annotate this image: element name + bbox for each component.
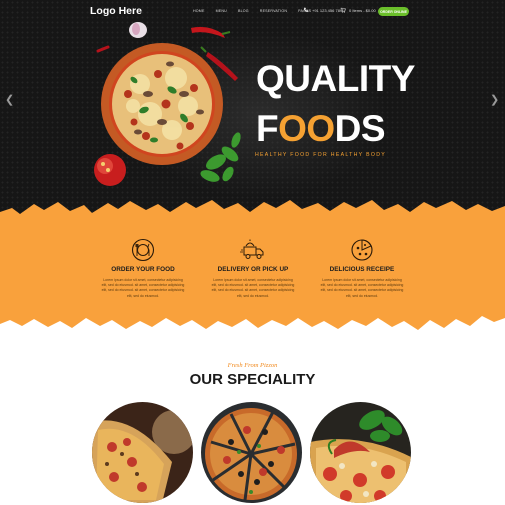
- plate-cutlery-icon: [131, 238, 155, 262]
- phone-icon: [303, 7, 309, 12]
- nav-item-blog[interactable]: BLOG: [238, 9, 249, 13]
- phone-number: +91 123 456 789: [312, 7, 343, 13]
- feature-desc-line: elit, sed do eiusmod.: [126, 293, 160, 298]
- hero-title-part-ds: DS: [334, 108, 386, 149]
- hero-pizza-image: [94, 22, 241, 186]
- feature-desc-line: elit, sed do eiusmod. sit amet, consecte…: [320, 288, 404, 293]
- cart-summary[interactable]: 0 Items - $0.00: [340, 7, 376, 13]
- feature-title: ORDER YOUR FOOD: [111, 266, 175, 273]
- chevron-left-icon[interactable]: ❮: [5, 93, 14, 106]
- feature-recipe: DELICIOUS RECEIPE Lorem ipsum dolor sit …: [307, 238, 417, 299]
- order-online-button[interactable]: ORDER ONLINE: [378, 7, 409, 16]
- delivery-truck-icon: [240, 239, 264, 259]
- hero-banner: Logo Here HOME MENU BLOG RESERVATION PAG…: [0, 0, 505, 215]
- garlic-image: [129, 22, 147, 38]
- chevron-right-icon[interactable]: ❯: [490, 93, 499, 106]
- cart-icon: [340, 7, 346, 13]
- pizza-image: [92, 402, 193, 503]
- feature-description: Lorem ipsum dolor sit amet, consectetur …: [198, 278, 308, 299]
- feature-delivery: DELIVERY OR PICK UP Lorem ipsum dolor si…: [198, 238, 308, 299]
- hero-title-part-f: F: [256, 108, 279, 149]
- cart-text: 0 Items - $0.00: [349, 7, 376, 13]
- speciality-dish-2[interactable]: [201, 402, 302, 503]
- speciality-subtitle: Fresh From Pizzon: [227, 362, 278, 369]
- feature-desc-line: elit, sed do eiusmod.: [236, 293, 270, 298]
- pizza-image: [310, 402, 411, 503]
- tomato-image: [94, 154, 126, 186]
- nav-item-reservation[interactable]: RESERVATION: [260, 9, 287, 13]
- pizza-image: [201, 402, 302, 503]
- feature-title: DELICIOUS RECEIPE: [329, 266, 395, 273]
- speciality-title: OUR SPECIALITY: [189, 371, 316, 388]
- speciality-dish-1[interactable]: [92, 402, 193, 503]
- hero-subtitle: HEALTHY FOOD FOR HEALTHY BODY: [255, 152, 386, 158]
- nav-item-menu[interactable]: MENU: [216, 9, 227, 13]
- feature-order-food: ORDER YOUR FOOD Lorem ipsum dolor sit am…: [88, 238, 198, 299]
- feature-desc-line: elit, sed do eiusmod. sit amet, consecte…: [101, 288, 185, 293]
- feature-desc-line: elit, sed do eiusmod.: [345, 293, 379, 298]
- hero-title-part-oo: OO: [278, 108, 335, 149]
- nav-item-home[interactable]: HOME: [193, 9, 205, 13]
- main-nav: HOME MENU BLOG RESERVATION PAGES: [193, 9, 311, 13]
- hero-title-line1: QUALITY: [256, 58, 415, 99]
- feature-desc-line: elit, sed do eiusmod. sit amet, consecte…: [211, 288, 295, 293]
- pizza-slice-icon: [351, 239, 373, 261]
- phone-contact[interactable]: +91 123 456 789: [303, 7, 342, 13]
- feature-description: Lorem ipsum dolor sit amet, consectetur …: [307, 278, 417, 299]
- speciality-dish-3[interactable]: [310, 402, 411, 503]
- hero-title-line2: FOODS: [256, 108, 386, 149]
- feature-title: DELIVERY OR PICK UP: [217, 266, 289, 273]
- feature-description: Lorem ipsum dolor sit amet, consectetur …: [88, 278, 198, 299]
